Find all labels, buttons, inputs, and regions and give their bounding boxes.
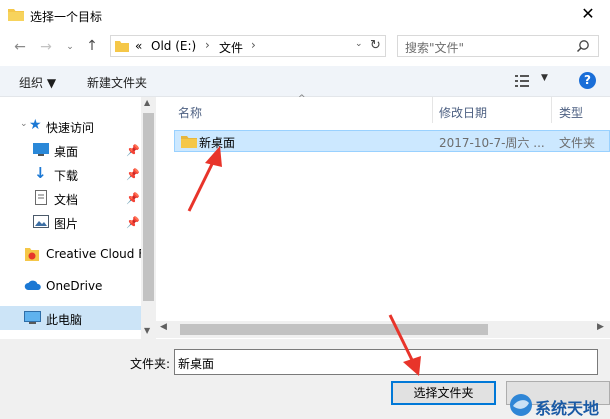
annotation-arrow-icon — [187, 146, 222, 212]
folder-icon — [8, 9, 24, 21]
sidebar-item-downloads[interactable]: ↓ 下载 📌 — [0, 162, 141, 186]
sidebar-scroll-thumb[interactable] — [143, 113, 154, 301]
file-name: 新桌面 — [199, 136, 236, 150]
document-icon — [35, 190, 47, 205]
star-icon: ★ — [29, 117, 42, 133]
folder-icon — [115, 41, 129, 52]
filename-label: 文件夹: — [130, 357, 171, 371]
folder-icon — [181, 136, 197, 148]
title-bar: 选择一个目标 ✕ — [0, 0, 610, 30]
scroll-left-icon[interactable]: ◀ — [160, 322, 167, 332]
close-button[interactable]: ✕ — [576, 4, 600, 24]
refresh-icon[interactable]: ↻ — [370, 38, 381, 53]
filename-value: 新桌面 — [178, 357, 215, 371]
sidebar-item-label: 桌面 — [54, 145, 79, 159]
column-divider[interactable] — [551, 97, 552, 123]
sidebar-item-documents[interactable]: 文档 📌 — [0, 186, 141, 210]
scroll-down-icon[interactable]: ▼ — [144, 326, 150, 335]
view-options-icon[interactable] — [515, 75, 533, 87]
help-icon[interactable]: ? — [579, 72, 596, 89]
column-header-name[interactable]: 名称 — [178, 104, 202, 130]
download-icon: ↓ — [34, 164, 47, 182]
breadcrumb-drive[interactable]: Old (E:) — [151, 39, 196, 53]
watermark-text: 系统天地 — [535, 399, 600, 418]
picture-icon — [33, 215, 49, 228]
filename-field[interactable]: 新桌面 — [174, 349, 598, 375]
command-toolbar: 组织 ▼ 新建文件夹 ▼ ? — [0, 66, 610, 97]
new-folder-button[interactable]: 新建文件夹 — [87, 74, 147, 91]
sidebar-item-label: Creative Cloud F — [46, 247, 146, 261]
file-type: 文件夹 — [559, 136, 596, 150]
sidebar-item-onedrive[interactable]: OneDrive — [0, 274, 141, 298]
creative-cloud-icon — [25, 248, 39, 261]
sidebar-item-quick-access[interactable]: ⌄ ★ 快速访问 — [0, 114, 141, 138]
sidebar-item-label: 此电脑 — [46, 313, 83, 327]
sort-ascending-icon: ^ — [298, 94, 306, 104]
file-list-scroll-thumb[interactable] — [180, 324, 488, 335]
sidebar-item-label: 快速访问 — [46, 121, 95, 135]
sidebar-item-label: 下载 — [54, 169, 79, 183]
scroll-up-icon[interactable]: ▲ — [144, 98, 150, 107]
table-row[interactable]: 新桌面 2017-10-7-周六 ... 文件夹 — [174, 130, 610, 152]
search-icon — [576, 40, 589, 53]
forward-arrow-icon[interactable]: → — [38, 39, 54, 55]
search-input[interactable]: 搜索"文件" — [397, 35, 599, 57]
address-bar[interactable]: « Old (E:) › 文件 › ⌄ ↻ — [110, 35, 386, 57]
scroll-right-icon[interactable]: ▶ — [597, 322, 604, 332]
chevron-right-icon[interactable]: › — [251, 38, 256, 52]
sidebar-item-label: OneDrive — [46, 279, 103, 293]
sidebar-item-desktop[interactable]: 桌面 📌 — [0, 138, 141, 162]
pin-icon[interactable]: 📌 — [126, 144, 140, 157]
recent-dropdown-icon[interactable]: ⌄ — [62, 39, 78, 55]
column-header-type[interactable]: 类型 — [559, 104, 583, 130]
breadcrumb-prefix: « — [135, 39, 143, 53]
column-header-modified[interactable]: 修改日期 — [439, 104, 487, 130]
chevron-down-icon[interactable]: ⌄ — [355, 39, 363, 49]
up-arrow-icon[interactable]: ↑ — [84, 38, 100, 54]
sidebar-item-label: 文档 — [54, 193, 79, 207]
chevron-down-icon[interactable]: ▼ — [541, 73, 548, 83]
select-folder-button[interactable]: 选择文件夹 — [391, 381, 496, 405]
back-arrow-icon[interactable]: ← — [12, 39, 28, 55]
file-modified: 2017-10-7-周六 ... — [439, 136, 545, 150]
onedrive-icon — [24, 280, 41, 290]
sidebar-item-creative-cloud[interactable]: Creative Cloud F — [0, 242, 145, 266]
chevron-down-icon[interactable]: ⌄ — [20, 119, 28, 129]
desktop-icon — [33, 143, 49, 156]
column-divider[interactable] — [432, 97, 433, 123]
pin-icon[interactable]: 📌 — [126, 168, 140, 181]
watermark-globe-icon — [510, 394, 532, 416]
chevron-right-icon[interactable]: › — [205, 38, 210, 52]
sidebar-item-label: 图片 — [54, 217, 79, 231]
breadcrumb-folder[interactable]: 文件 — [219, 39, 243, 56]
sidebar-item-this-pc[interactable]: 此电脑 — [0, 306, 141, 330]
search-placeholder: 搜索"文件" — [405, 41, 465, 55]
computer-icon — [24, 311, 41, 324]
pin-icon[interactable]: 📌 — [126, 192, 140, 205]
pin-icon[interactable]: 📌 — [126, 216, 140, 229]
window-title: 选择一个目标 — [30, 10, 103, 24]
sidebar-item-pictures[interactable]: 图片 📌 — [0, 210, 141, 234]
organize-button[interactable]: 组织 ▼ — [19, 74, 56, 91]
